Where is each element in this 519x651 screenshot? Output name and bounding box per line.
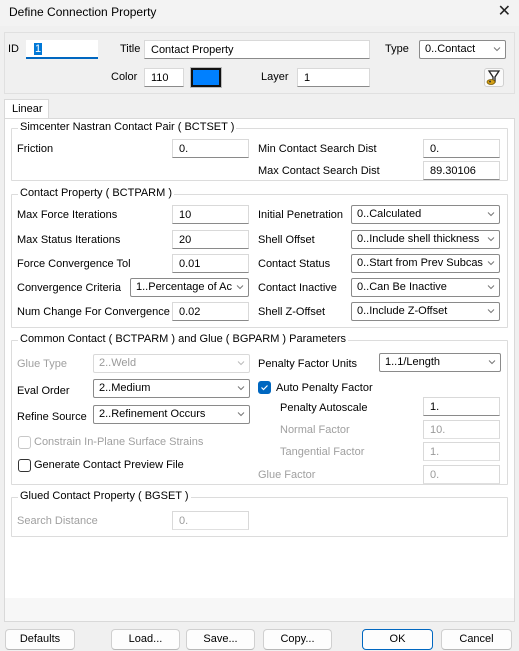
window-title: Define Connection Property	[9, 5, 157, 19]
glue-type-label: Glue Type	[17, 358, 67, 370]
num-change-convergence-field[interactable]: 0.02	[172, 302, 249, 321]
initial-penetration-select[interactable]: 0..Calculated	[351, 205, 500, 224]
tab-panel-footer-band	[5, 598, 514, 621]
shell-z-offset-select[interactable]: 0..Include Z-Offset	[351, 302, 500, 321]
bctparm-group-title: Contact Property ( BCTPARM )	[18, 187, 174, 199]
force-convergence-tol-label: Force Convergence Tol	[17, 258, 131, 270]
max-status-iterations-label: Max Status Iterations	[17, 234, 121, 246]
chevron-down-icon	[237, 386, 245, 391]
search-distance-field[interactable]: 0.	[172, 511, 249, 530]
penalty-factor-units-select[interactable]: 1..1/Length	[379, 353, 501, 372]
contact-inactive-label: Contact Inactive	[258, 282, 337, 294]
bgset-group-title: Glued Contact Property ( BGSET )	[18, 490, 191, 502]
layer-field[interactable]: 1	[297, 68, 370, 87]
cancel-button[interactable]: Cancel	[441, 629, 512, 650]
num-change-convergence-label: Num Change For Convergence	[17, 306, 170, 318]
normal-factor-label: Normal Factor	[280, 424, 350, 436]
tab-linear[interactable]: Linear	[4, 99, 49, 119]
load-button[interactable]: Load...	[111, 629, 180, 650]
common-params-group-title: Common Contact ( BCTPARM ) and Glue ( BG…	[18, 333, 349, 345]
max-search-dist-label: Max Contact Search Dist	[258, 165, 380, 177]
contact-inactive-select[interactable]: 0..Can Be Inactive	[351, 278, 500, 297]
glue-type-select[interactable]: 2..Weld	[93, 354, 250, 373]
save-button[interactable]: Save...	[186, 629, 255, 650]
title-label: Title	[120, 43, 141, 55]
type-select[interactable]: 0..Contact	[419, 40, 506, 59]
contact-status-select[interactable]: 0..Start from Prev Subcas	[351, 254, 500, 273]
chevron-down-icon	[487, 285, 495, 290]
friction-field[interactable]: 0.	[172, 139, 249, 158]
type-label: Type	[385, 43, 409, 55]
defaults-button[interactable]: Defaults	[5, 629, 75, 650]
penalty-autoscale-field[interactable]: 1.	[423, 397, 500, 416]
max-force-iterations-label: Max Force Iterations	[17, 209, 118, 221]
glue-factor-label: Glue Factor	[258, 469, 316, 481]
contact-status-label: Contact Status	[258, 258, 331, 270]
auto-penalty-factor-label: Auto Penalty Factor	[276, 382, 373, 394]
copy-button[interactable]: Copy...	[263, 629, 332, 650]
refine-source-label: Refine Source	[17, 411, 87, 423]
id-field[interactable]: 1	[26, 40, 98, 59]
chevron-down-icon	[487, 309, 495, 314]
layer-label: Layer	[261, 71, 289, 83]
tangential-factor-field[interactable]: 1.	[423, 442, 500, 461]
convergence-criteria-label: Convergence Criteria	[17, 282, 121, 294]
color-field[interactable]: 110	[144, 68, 184, 87]
glue-factor-field[interactable]: 0.	[423, 465, 500, 484]
friction-label: Friction	[17, 143, 54, 155]
max-status-iterations-field[interactable]: 20	[172, 230, 249, 249]
color-swatch-button[interactable]	[190, 67, 222, 88]
eval-order-label: Eval Order	[17, 385, 70, 397]
ok-button[interactable]: OK	[362, 629, 433, 650]
title-bar: Define Connection Property ✕	[0, 0, 519, 26]
eval-order-select[interactable]: 2..Medium	[93, 379, 250, 398]
refine-source-select[interactable]: 2..Refinement Occurs	[93, 405, 250, 424]
force-convergence-tol-field[interactable]: 0.01	[172, 254, 249, 273]
max-force-iterations-field[interactable]: 10	[172, 205, 249, 224]
check-icon	[261, 385, 268, 391]
convergence-criteria-select[interactable]: 1..Percentage of Ac	[130, 278, 249, 297]
shell-z-offset-label: Shell Z-Offset	[258, 306, 326, 318]
tangential-factor-label: Tangential Factor	[280, 446, 365, 458]
filter-button[interactable]	[484, 68, 504, 87]
chevron-down-icon	[237, 412, 245, 417]
color-label: Color	[111, 71, 138, 83]
search-distance-label: Search Distance	[17, 515, 98, 527]
constrain-in-plane-checkbox[interactable]	[18, 436, 31, 449]
max-search-dist-field[interactable]: 89.30106	[423, 161, 500, 180]
bctset-group-title: Simcenter Nastran Contact Pair ( BCTSET …	[18, 121, 237, 133]
initial-penetration-label: Initial Penetration	[258, 209, 343, 221]
chevron-down-icon	[488, 360, 496, 365]
filter-icon	[486, 70, 501, 85]
constrain-in-plane-label: Constrain In-Plane Surface Strains	[34, 436, 204, 448]
chevron-down-icon	[487, 212, 495, 217]
shell-offset-select[interactable]: 0..Include shell thickness	[351, 230, 500, 249]
chevron-down-icon	[236, 285, 244, 290]
close-icon[interactable]: ✕	[498, 3, 511, 21]
chevron-down-icon	[237, 361, 245, 366]
auto-penalty-factor-checkbox[interactable]	[258, 381, 271, 394]
chevron-down-icon	[493, 47, 501, 52]
title-field[interactable]: Contact Property	[144, 40, 370, 59]
generate-preview-label: Generate Contact Preview File	[34, 459, 184, 471]
chevron-down-icon	[487, 237, 495, 242]
min-search-dist-label: Min Contact Search Dist	[258, 143, 377, 155]
generate-preview-checkbox[interactable]	[18, 459, 31, 472]
penalty-autoscale-label: Penalty Autoscale	[280, 402, 368, 414]
min-search-dist-field[interactable]: 0.	[423, 139, 500, 158]
chevron-down-icon	[487, 261, 495, 266]
shell-offset-label: Shell Offset	[258, 234, 315, 246]
penalty-factor-units-label: Penalty Factor Units	[258, 358, 358, 370]
normal-factor-field[interactable]: 10.	[423, 420, 500, 439]
id-label: ID	[8, 43, 19, 55]
